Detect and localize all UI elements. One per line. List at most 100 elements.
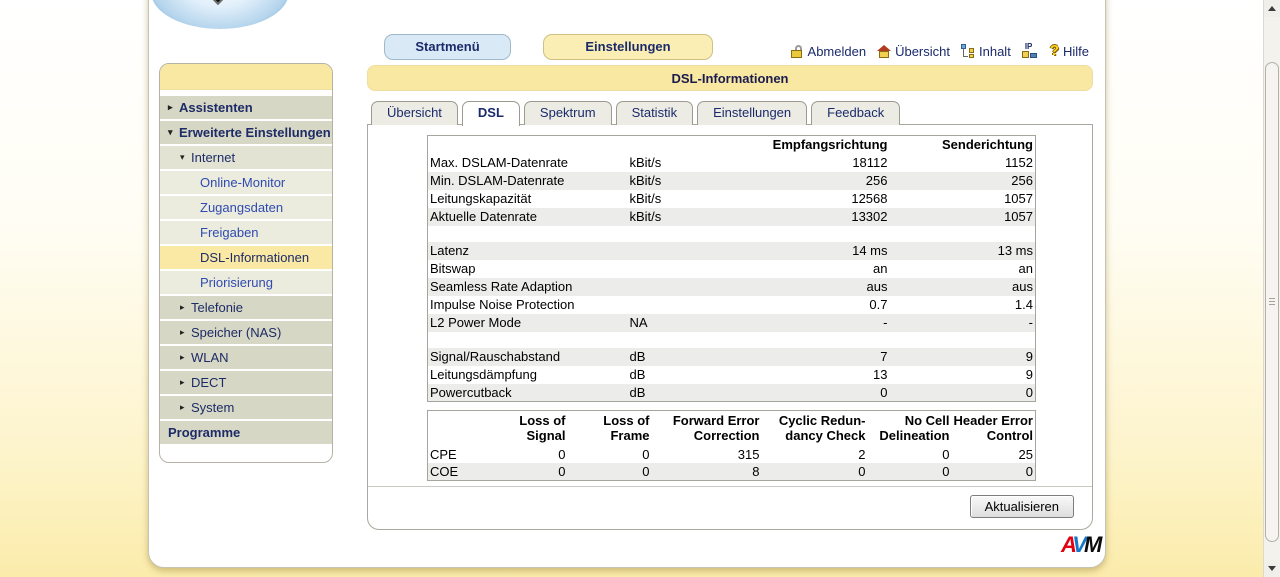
value-cell: 315 xyxy=(652,446,762,463)
table-row: CPE003152025 xyxy=(428,446,1036,463)
tab-statistik[interactable]: Statistik xyxy=(616,101,694,125)
chevron-down-icon: ▾ xyxy=(168,121,179,144)
table-row: Max. DSLAM-DatenratekBit/s181121152 xyxy=(428,154,1036,172)
sidebar-item-speicher-nas[interactable]: ▸Speicher (NAS) xyxy=(160,321,332,344)
error-col-header-line: Cyclic Redun- xyxy=(764,413,866,428)
logout-label: Abmelden xyxy=(808,44,867,59)
table-row: Seamless Rate Adaptionausaus xyxy=(428,278,1036,296)
sidebar-item-label: Freigaben xyxy=(200,221,259,244)
scrollbar-thumb[interactable] xyxy=(1265,62,1279,542)
sidebar-item-erweiterte-einstellungen[interactable]: ▾Erweiterte Einstellungen xyxy=(160,121,332,144)
label-cell: L2 Power Mode xyxy=(428,314,628,332)
ip-view-link[interactable]: IP xyxy=(1022,44,1039,59)
error-col-header: Loss ofSignal xyxy=(484,411,568,447)
tx-cell: 13 ms xyxy=(890,242,1036,260)
unit-cell: kBit/s xyxy=(628,190,733,208)
rx-cell: 14 ms xyxy=(733,242,890,260)
sidebar-item-label: Priorisierung xyxy=(200,271,273,294)
sidebar-item-online-monitor[interactable]: Online-Monitor xyxy=(160,171,332,194)
dsl-table: Empfangsrichtung Senderichtung Max. DSLA… xyxy=(427,135,1036,402)
table-row: Min. DSLAM-DatenratekBit/s256256 xyxy=(428,172,1036,190)
sidebar-item-zugangsdaten[interactable]: Zugangsdaten xyxy=(160,196,332,219)
tx-cell: 1057 xyxy=(890,208,1036,226)
error-col-header: Forward ErrorCorrection xyxy=(652,411,762,447)
tab-dsl[interactable]: DSL xyxy=(462,101,520,126)
error-col-header: Loss ofFrame xyxy=(568,411,652,447)
tx-cell: 9 xyxy=(890,366,1036,384)
value-cell: 25 xyxy=(952,446,1036,463)
table-row: LeitungskapazitätkBit/s125681057 xyxy=(428,190,1036,208)
row-label-cell: CPE xyxy=(428,446,484,463)
vertical-scrollbar[interactable] xyxy=(1263,0,1280,577)
table-row: Impulse Noise Protection0.71.4 xyxy=(428,296,1036,314)
sidebar-item-assistenten[interactable]: ▸Assistenten xyxy=(160,96,332,119)
sidebar-item-internet[interactable]: ▾Internet xyxy=(160,146,332,169)
rx-cell: aus xyxy=(733,278,890,296)
sidebar-item-label: Programme xyxy=(168,421,240,444)
startmenu-button[interactable]: Startmenü xyxy=(384,34,511,60)
tx-cell: an xyxy=(890,260,1036,278)
chevron-right-icon: ▸ xyxy=(180,321,191,344)
sidebar-item-wlan[interactable]: ▸WLAN xyxy=(160,346,332,369)
scrollbar-up-button[interactable] xyxy=(1264,0,1280,17)
label-cell: Bitswap xyxy=(428,260,628,278)
overview-link[interactable]: Übersicht xyxy=(877,44,950,59)
overview-label: Übersicht xyxy=(895,44,950,59)
contents-label: Inhalt xyxy=(979,44,1011,59)
value-cell: 0 xyxy=(568,446,652,463)
error-col-header: Header ErrorControl xyxy=(952,411,1036,447)
tx-cell: 1.4 xyxy=(890,296,1036,314)
tab-übersicht[interactable]: Übersicht xyxy=(371,101,458,125)
sidebar-menu: ▸Assistenten▾Erweiterte Einstellungen▾In… xyxy=(160,90,332,444)
contents-link[interactable]: Inhalt xyxy=(961,44,1011,59)
scrollbar-down-button[interactable] xyxy=(1264,560,1280,577)
sidebar-item-system[interactable]: ▸System xyxy=(160,396,332,419)
sidebar-item-dect[interactable]: ▸DECT xyxy=(160,371,332,394)
error-col-header-line: No Cell xyxy=(870,413,950,428)
sidebar-item-freigaben[interactable]: Freigaben xyxy=(160,221,332,244)
unit-cell: dB xyxy=(628,366,733,384)
tab-feedback[interactable]: Feedback xyxy=(811,101,900,125)
error-col-header-line: Control xyxy=(954,428,1034,443)
rx-header: Empfangsrichtung xyxy=(733,136,890,154)
chevron-right-icon: ▸ xyxy=(180,346,191,369)
arrow-up-icon xyxy=(1268,6,1276,11)
spacer-row xyxy=(428,332,1036,348)
sidebar-item-label: Telefonie xyxy=(191,296,243,319)
sidebar-item-telefonie[interactable]: ▸Telefonie xyxy=(160,296,332,319)
unit-cell xyxy=(628,260,733,278)
error-col-header-line: Signal xyxy=(486,428,566,443)
tx-cell: 0 xyxy=(890,384,1036,402)
table-row: Bitswapanan xyxy=(428,260,1036,278)
sidebar-item-dsl-informationen[interactable]: DSL-Informationen xyxy=(160,246,332,269)
rx-cell: 13 xyxy=(733,366,890,384)
tx-header: Senderichtung xyxy=(890,136,1036,154)
chevron-right-icon: ▸ xyxy=(168,96,179,119)
help-link[interactable]: ? Hilfe xyxy=(1050,44,1089,59)
unit-cell xyxy=(628,278,733,296)
error-counter-table: Loss ofSignalLoss ofFrameForward ErrorCo… xyxy=(427,410,1036,481)
logout-link[interactable]: Abmelden xyxy=(791,44,867,59)
label-cell: Powercutback xyxy=(428,384,628,402)
value-cell: 0 xyxy=(762,463,868,480)
value-cell: 0 xyxy=(484,446,568,463)
sidebar-item-label: Internet xyxy=(191,146,235,169)
sidebar-item-priorisierung[interactable]: Priorisierung xyxy=(160,271,332,294)
sidebar-item-label: Speicher (NAS) xyxy=(191,321,281,344)
rx-cell: 18112 xyxy=(733,154,890,172)
refresh-button[interactable]: Aktualisieren xyxy=(970,495,1074,518)
tab-spektrum[interactable]: Spektrum xyxy=(524,101,612,125)
quick-links: Abmelden Übersicht Inhalt IP ? Hilfe xyxy=(791,41,1089,61)
label-cell: Leitungskapazität xyxy=(428,190,628,208)
unit-cell: dB xyxy=(628,348,733,366)
value-cell: 0 xyxy=(868,446,952,463)
sidebar: ▸Assistenten▾Erweiterte Einstellungen▾In… xyxy=(159,63,333,463)
avm-logo-letter-m: M xyxy=(1084,532,1099,557)
unit-cell: kBit/s xyxy=(628,172,733,190)
tab-einstellungen[interactable]: Einstellungen xyxy=(697,101,807,125)
einstellungen-button[interactable]: Einstellungen xyxy=(543,34,713,60)
ip-icon: IP xyxy=(1022,44,1039,59)
sidebar-item-programme[interactable]: Programme xyxy=(160,421,332,444)
spacer-row xyxy=(428,226,1036,242)
content-column: DSL-Informationen ÜbersichtDSLSpektrumSt… xyxy=(367,65,1093,530)
